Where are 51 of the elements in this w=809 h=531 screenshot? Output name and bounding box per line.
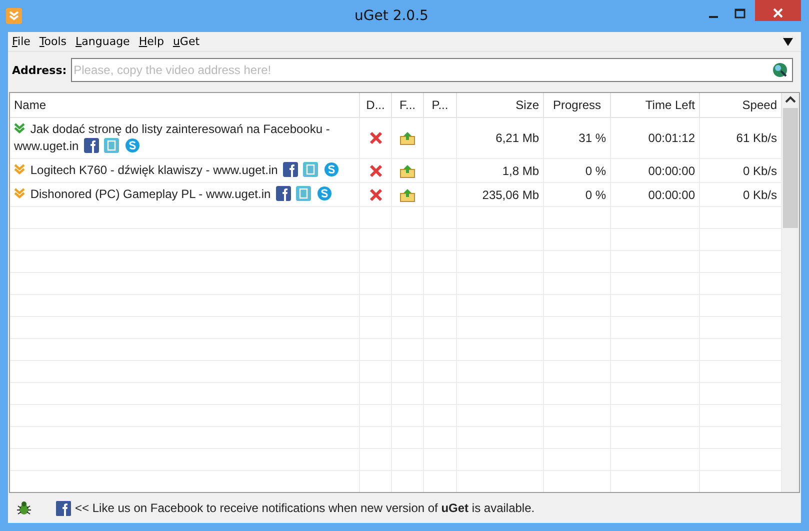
- column-header[interactable]: Time Left: [611, 93, 700, 117]
- time-left-cell: 00:00:00: [611, 183, 700, 206]
- column-header[interactable]: F...: [392, 93, 424, 117]
- delete-icon[interactable]: [368, 164, 382, 178]
- globe-icon: [772, 62, 788, 78]
- time-left-cell: 00:01:12: [611, 118, 700, 158]
- menu-item[interactable]: Tools: [37, 35, 74, 48]
- column-header[interactable]: P...: [424, 93, 457, 117]
- close-button[interactable]: [755, 0, 801, 21]
- download-name: Logitech K760 - dźwięk klawiszy - www.uget.in: [14, 162, 339, 179]
- size-cell: 235,06 Mb: [457, 183, 544, 206]
- open-folder-icon[interactable]: [400, 164, 415, 178]
- download-name: Jak dodać stronę do listy zainteresowań na Facebooku - www.uget.in: [14, 121, 331, 155]
- arrow-icon: [14, 188, 25, 199]
- menu-item[interactable]: Language: [74, 35, 137, 48]
- status-message: << Like us on Facebook to receive notifications when new version of uGet is available.: [75, 501, 535, 515]
- scrollbar[interactable]: [782, 93, 799, 492]
- open-folder-icon[interactable]: [400, 188, 415, 202]
- delete-icon[interactable]: [368, 131, 382, 145]
- menu-item[interactable]: Help: [136, 35, 171, 48]
- delete-icon[interactable]: [368, 188, 382, 202]
- skype-icon[interactable]: [324, 162, 339, 177]
- address-label: Address:: [12, 64, 67, 76]
- progress-cell: 0 %: [544, 159, 611, 182]
- address-field[interactable]: Please, copy the video address here!: [70, 58, 793, 82]
- size-cell: 6,21 Mb: [457, 118, 544, 158]
- facebook-icon[interactable]: [84, 138, 100, 153]
- arrow-icon: [14, 164, 25, 175]
- facebook-icon[interactable]: [56, 500, 71, 516]
- time-left-cell: 00:00:00: [611, 159, 700, 182]
- facebook-icon[interactable]: [276, 186, 292, 201]
- progress-cell: 31 %: [544, 118, 611, 158]
- menu-item[interactable]: File: [10, 35, 38, 48]
- column-header[interactable]: Size: [457, 93, 544, 117]
- download-name: Dishonored (PC) Gameplay PL - www.uget.in: [14, 186, 332, 203]
- window-title: uGet 2.0.5: [354, 8, 430, 24]
- close-icon: [772, 6, 784, 18]
- dropdown-icon[interactable]: [783, 38, 793, 46]
- menu-item[interactable]: uGet: [170, 35, 207, 48]
- facebook-icon[interactable]: [283, 162, 298, 177]
- column-header[interactable]: Name: [10, 93, 360, 117]
- progress-cell: 0 %: [544, 183, 611, 206]
- column-header[interactable]: Progress: [544, 93, 611, 117]
- skype-icon[interactable]: [124, 138, 140, 153]
- size-cell: 1,8 Mb: [457, 159, 544, 182]
- app-icon: [6, 8, 22, 24]
- open-folder-icon[interactable]: [400, 131, 415, 145]
- skype-icon[interactable]: [316, 186, 332, 201]
- arrow-icon: [14, 123, 25, 134]
- column-header[interactable]: D...: [360, 93, 392, 117]
- bug-icon[interactable]: [16, 500, 32, 516]
